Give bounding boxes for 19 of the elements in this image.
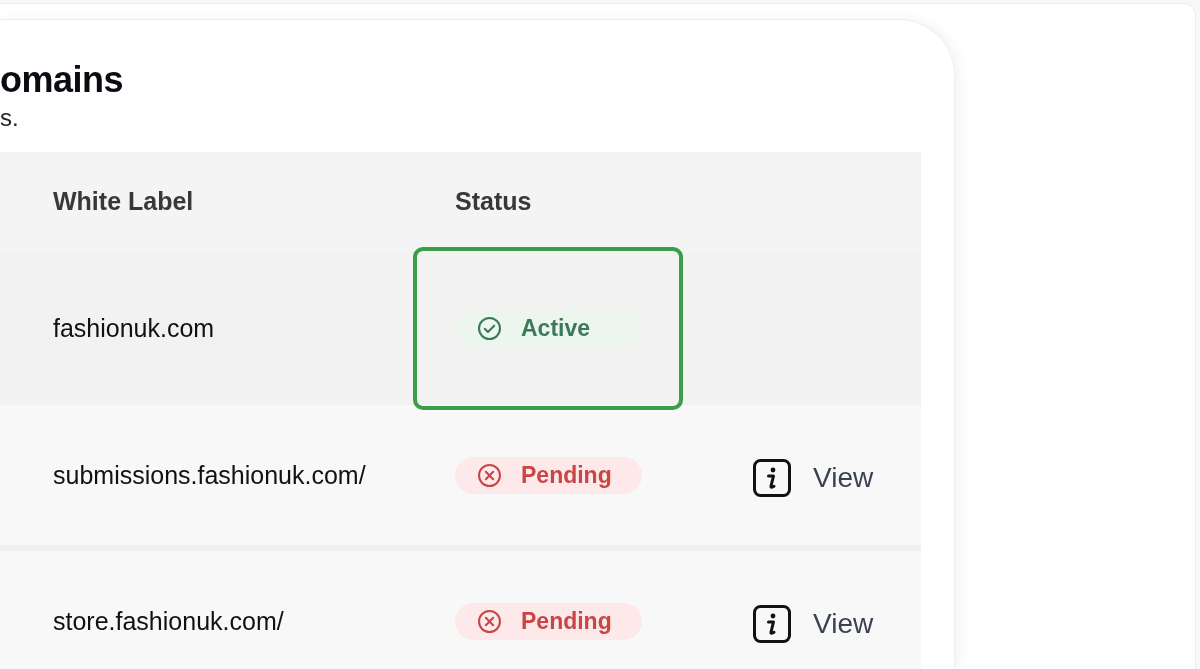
column-header: Status [455, 187, 532, 216]
table-row[interactable]: store.fashionuk.com/ Pending View [0, 545, 921, 669]
check-circle-icon [478, 317, 501, 340]
domain-cell-text: submissions.fashionuk.com/ [53, 459, 366, 491]
page-subtitle: s. [0, 104, 19, 132]
x-circle-icon [478, 610, 501, 633]
table-row[interactable]: submissions.fashionuk.com/ Pending View [0, 405, 921, 545]
domain-cell-text: fashionuk.com [53, 312, 215, 344]
view-link[interactable]: View [753, 603, 874, 645]
page-title: omains [0, 58, 124, 102]
status-badge: Pending [455, 603, 642, 640]
column-header: White Label [53, 187, 194, 216]
info-icon [753, 605, 791, 643]
view-link[interactable]: View [753, 457, 874, 499]
domain-cell-text: store.fashionuk.com/ [53, 605, 284, 637]
status-badge: Active [455, 310, 642, 347]
info-icon [753, 459, 791, 497]
x-circle-icon [478, 464, 501, 487]
status-badge: Pending [455, 457, 642, 494]
